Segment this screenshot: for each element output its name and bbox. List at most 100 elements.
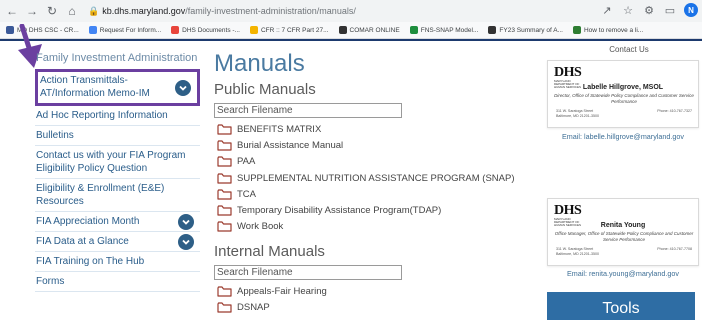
contact-address: 311 W. Saratoga Street Baltimore, MD 212… xyxy=(556,109,599,118)
public-manuals-heading: Public Manuals xyxy=(214,81,316,98)
star-icon[interactable]: ☆ xyxy=(621,4,635,17)
contact-phone: Phone: 410-767-7708 xyxy=(657,247,692,251)
sidebar-item-label: FIA Data at a Glance xyxy=(36,236,129,247)
folder-icon xyxy=(217,172,237,184)
bookmark-item[interactable]: How to remove a li... xyxy=(572,26,644,34)
home-icon[interactable]: ⌂ xyxy=(64,3,80,19)
folder-item[interactable]: BENEFITS MATRIX xyxy=(217,121,534,137)
dhs-logo: DHS MARYLAND DEPARTMENT OF HUMAN SERVICE… xyxy=(554,66,588,89)
contact-email-link[interactable]: Email: renita.young@maryland.gov xyxy=(544,269,702,278)
bookmark-item[interactable]: COMAR ONLINE xyxy=(338,26,400,34)
folder-label: Temporary Disability Assistance Program(… xyxy=(237,205,442,217)
folder-item[interactable]: DSNAP xyxy=(217,299,534,315)
bookmark-favicon-icon xyxy=(488,26,497,34)
folder-label: SUPPLEMENTAL NUTRITION ASSISTANCE PROGRA… xyxy=(237,172,515,184)
bookmark-item[interactable]: CFR :: 7 CFR Part 27... xyxy=(249,26,329,34)
sidebar-item-forms[interactable]: Forms xyxy=(35,272,200,292)
lock-icon[interactable]: 🔒 xyxy=(88,6,99,17)
bookmark-label: COMAR ONLINE xyxy=(349,26,400,34)
internal-search-input[interactable] xyxy=(214,265,402,281)
folder-item[interactable]: PAA xyxy=(217,154,534,170)
back-icon[interactable]: ← xyxy=(4,3,20,19)
sidebar-item-label: Ad Hoc Reporting Information xyxy=(36,110,168,121)
address-bar[interactable]: kb.dhs.maryland.gov/family-investment-ad… xyxy=(102,6,356,16)
folder-icon xyxy=(217,302,237,313)
address-line: 311 W. Saratoga Street xyxy=(556,109,594,113)
bookmark-favicon-icon xyxy=(249,26,258,34)
folder-icon xyxy=(217,124,237,135)
dhs-logo: DHS MARYLAND DEPARTMENT OF HUMAN SERVICE… xyxy=(554,204,588,227)
bookmark-item[interactable]: FNS-SNAP Model... xyxy=(409,26,479,34)
bookmark-favicon-icon xyxy=(171,26,180,34)
folder-icon xyxy=(217,189,237,200)
browser-actions: ↗ ☆ ⚙ ▭ N xyxy=(600,3,698,17)
bookmark-label: FY23 Summary of A... xyxy=(499,26,563,34)
folder-label: TCA xyxy=(237,188,256,200)
bookmark-favicon-icon xyxy=(409,26,418,34)
folder-icon xyxy=(217,156,237,167)
sidebar-item-fia-appreciation-month[interactable]: FIA Appreciation Month xyxy=(35,212,200,232)
address-line: 311 W. Saratoga Street xyxy=(556,247,594,251)
folder-label: PAA xyxy=(237,156,256,168)
bookmark-label: CFR :: 7 CFR Part 27... xyxy=(260,26,329,34)
bookmark-label: How to remove a li... xyxy=(583,26,644,34)
sidebar-item-contact-us[interactable]: Contact us with your FIA Program Eligibi… xyxy=(35,146,200,179)
contact-email-link[interactable]: Email: labelle.hillgrove@maryland.gov xyxy=(544,132,702,141)
sidebar-title[interactable]: Family Investment Administration xyxy=(35,52,200,64)
folder-label: Burial Assistance Manual xyxy=(237,139,344,151)
page-title: Manuals xyxy=(214,50,305,77)
sidebar-icon[interactable]: ▭ xyxy=(663,4,677,17)
folder-label: BENEFITS MATRIX xyxy=(237,123,322,135)
sidebar-item-fia-training[interactable]: FIA Training on The Hub xyxy=(35,252,200,272)
sidebar-item-ad-hoc-reporting[interactable]: Ad Hoc Reporting Information xyxy=(35,106,200,126)
bookmark-item[interactable]: DHS Documents -... xyxy=(171,26,240,34)
share-icon[interactable]: ↗ xyxy=(600,4,614,17)
sidebar-item-action-transmittals[interactable]: Action Transmittals-AT/Information Memo-… xyxy=(35,69,200,106)
extensions-icon[interactable]: ⚙ xyxy=(642,4,656,17)
folder-item[interactable]: Burial Assistance Manual xyxy=(217,137,534,153)
sidebar-item-fia-data-at-a-glance[interactable]: FIA Data at a Glance xyxy=(35,232,200,252)
address-line: Baltimore, MD 21201-3500 xyxy=(556,113,599,118)
bookmark-favicon-icon xyxy=(572,26,581,34)
folder-item[interactable]: Work Book xyxy=(217,219,534,235)
contact-card: DHS MARYLAND DEPARTMENT OF HUMAN SERVICE… xyxy=(547,60,699,128)
forward-icon[interactable]: → xyxy=(24,3,40,19)
sidebar-item-label: Eligibility & Enrollment (E&E) Resources xyxy=(36,183,165,207)
bookmark-item[interactable]: FY23 Summary of A... xyxy=(488,26,563,34)
contact-address: 311 W. Saratoga Street Baltimore, MD 212… xyxy=(556,247,599,256)
public-search-input[interactable] xyxy=(214,103,402,118)
chevron-down-icon[interactable] xyxy=(178,213,194,230)
chevron-down-icon[interactable] xyxy=(178,233,194,250)
public-folder-list: BENEFITS MATRIX Burial Assistance Manual P… xyxy=(214,121,534,235)
url-path: /family-investment-administration/manual… xyxy=(185,6,356,16)
chevron-down-icon[interactable] xyxy=(175,79,191,96)
folder-label: Work Book xyxy=(237,221,284,233)
folder-item[interactable]: Temporary Disability Assistance Program(… xyxy=(217,202,534,218)
address-line: Baltimore, MD 21201-3500 xyxy=(556,251,599,256)
folder-label: Appeals-Fair Hearing xyxy=(237,285,327,297)
browser-toolbar: ← → ↻ ⌂ 🔒 kb.dhs.maryland.gov/family-inv… xyxy=(0,0,702,22)
sidebar-item-label: Bulletins xyxy=(36,130,74,141)
contact-role: Office Manager, Office of Statewide Poli… xyxy=(554,231,694,242)
folder-icon xyxy=(217,205,237,216)
profile-avatar[interactable]: N xyxy=(684,3,698,17)
bookmark-favicon-icon xyxy=(88,26,97,34)
reload-icon[interactable]: ↻ xyxy=(44,3,60,19)
sidebar: Family Investment Administration Action … xyxy=(35,52,200,292)
contact-card: DHS MARYLAND DEPARTMENT OF HUMAN SERVICE… xyxy=(547,198,699,266)
sidebar-item-label: FIA Training on The Hub xyxy=(36,256,145,267)
bookmark-label: FNS-SNAP Model... xyxy=(420,26,479,34)
sidebar-item-label: Contact us with your FIA Program Eligibi… xyxy=(36,150,186,174)
folder-icon xyxy=(217,140,237,151)
folder-item[interactable]: Appeals-Fair Hearing xyxy=(217,283,534,299)
sidebar-item-label: Forms xyxy=(36,276,65,287)
folder-item[interactable]: TCA xyxy=(217,186,534,202)
bookmark-item[interactable]: Request For Inform... xyxy=(88,26,161,34)
folder-item[interactable]: SUPPLEMENTAL NUTRITION ASSISTANCE PROGRA… xyxy=(217,170,534,186)
tools-button[interactable]: Tools xyxy=(547,292,695,320)
header-divider xyxy=(0,39,702,41)
sidebar-item-eligibility-enrollment[interactable]: Eligibility & Enrollment (E&E) Resources xyxy=(35,179,200,212)
sidebar-item-label: Action Transmittals-AT/Information Memo-… xyxy=(40,75,150,99)
sidebar-item-bulletins[interactable]: Bulletins xyxy=(35,126,200,146)
internal-folder-list: Appeals-Fair Hearing DSNAP xyxy=(214,283,534,316)
